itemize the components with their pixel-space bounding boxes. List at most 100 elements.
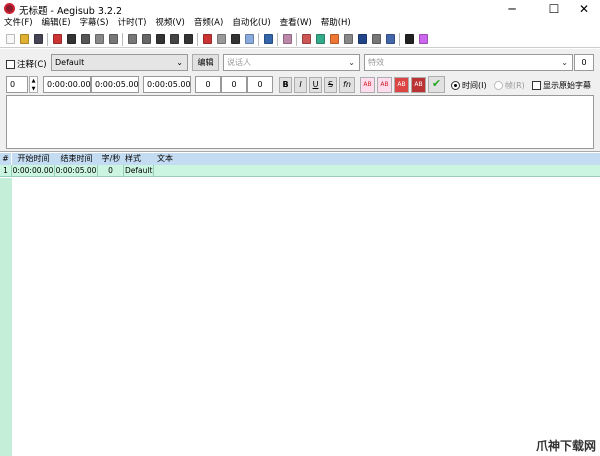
row-number: 1 <box>0 165 12 176</box>
frame-radio[interactable]: 帧(R) <box>494 80 525 91</box>
title-bar: 无标题 - Aegisub 3.2.2 ─ ☐ ✕ <box>0 0 600 18</box>
layer-input[interactable]: 0 <box>6 76 28 93</box>
close-button[interactable]: ✕ <box>568 0 600 18</box>
save-icon[interactable] <box>33 34 43 44</box>
col-style: 样式 <box>125 154 141 163</box>
menu-video[interactable]: 视频(V) <box>151 17 189 30</box>
duration-input[interactable]: 0:00:05.00 <box>143 76 191 93</box>
menu-help[interactable]: 帮助(H) <box>317 17 356 30</box>
table-row[interactable]: 1 0:00:00.00 0:00:05.00 0 Default <box>0 165 600 177</box>
style-dropdown[interactable]: Default ⌄ <box>51 54 188 71</box>
toolbar-separator <box>47 32 48 46</box>
col-end: 结束时间 <box>60 154 93 163</box>
effect-placeholder: 特效 <box>368 58 384 67</box>
row-style: Default <box>125 165 154 176</box>
toolbar-separator <box>296 32 297 46</box>
edit-style-button[interactable]: 编辑 <box>192 54 219 71</box>
row-end: 0:00:05.00 <box>55 165 98 176</box>
col-number: # <box>0 153 12 165</box>
grid-row-number-column <box>0 178 12 456</box>
time-radio[interactable]: 时间(I) <box>451 80 487 91</box>
strikeout-button[interactable]: S <box>324 77 337 93</box>
fonts-collector-icon[interactable] <box>155 34 165 44</box>
toolbar-separator <box>197 32 198 46</box>
font-button[interactable]: fn <box>339 77 355 93</box>
translation-icon[interactable] <box>183 34 193 44</box>
margin-right-input[interactable]: 0 <box>221 76 247 93</box>
style-icon[interactable] <box>141 34 151 44</box>
show-original-label: 显示原始字幕 <box>543 81 591 90</box>
toolbar-separator <box>258 32 259 46</box>
kanji-icon[interactable] <box>418 34 428 44</box>
primary-color-button[interactable]: AB <box>360 77 375 93</box>
watermark: 爪神下载网 <box>535 439 596 453</box>
subtitle-text-editor[interactable] <box>6 95 594 149</box>
clock-icon[interactable] <box>357 34 367 44</box>
commit-button[interactable]: ✔ <box>428 76 445 93</box>
tools-icon[interactable] <box>404 34 414 44</box>
frame-label: 帧(R) <box>505 81 525 90</box>
open-folder-icon[interactable] <box>19 34 29 44</box>
toolbar <box>0 31 600 48</box>
col-cps: 字/秒 <box>101 154 121 163</box>
snapshot-icon[interactable] <box>371 34 381 44</box>
edit-panel: 注释(C) Default ⌄ 编辑 说话人 ⌄ 特效 ⌄ 0 0 ▲ ▼ 0:00:0… <box>0 49 600 152</box>
margin-vertical-input[interactable]: 0 <box>247 76 273 93</box>
menu-audio[interactable]: 音频(A) <box>190 17 228 30</box>
secondary-color-button[interactable]: AB <box>377 77 392 93</box>
aegisub-logo-icon <box>4 3 15 14</box>
start-time-input[interactable]: 0:00:00.00 <box>43 76 91 93</box>
check-icon[interactable] <box>385 34 395 44</box>
pin-icon[interactable] <box>66 34 76 44</box>
subtitle-grid[interactable]: # 开始时间 结束时间 字/秒 样式 文本 1 0:00:00.00 0:00:… <box>0 153 600 456</box>
margin-left-input[interactable]: 0 <box>195 76 221 93</box>
new-file-icon[interactable] <box>5 34 15 44</box>
outline-color-button[interactable]: AB <box>394 77 409 93</box>
time-label: 时间(I) <box>462 81 487 90</box>
row-text <box>154 165 600 176</box>
effect-input[interactable]: 特效 ⌄ <box>364 54 573 71</box>
toolbar-separator <box>122 32 123 46</box>
layer-spinner[interactable]: ▲ ▼ <box>29 76 38 93</box>
chevron-down-icon: ⌄ <box>561 58 568 67</box>
timing-icon[interactable] <box>282 34 292 44</box>
properties-icon[interactable] <box>94 34 104 44</box>
row-cps: 0 <box>98 165 124 176</box>
menu-subtitle[interactable]: 字幕(S) <box>76 17 114 30</box>
minimize-button[interactable]: ─ <box>496 0 528 18</box>
col-text: 文本 <box>157 154 173 163</box>
maximize-button[interactable]: ☐ <box>538 0 570 18</box>
styles-manager-icon[interactable] <box>127 34 137 44</box>
actor-input[interactable]: 说话人 ⌄ <box>223 54 360 71</box>
row-start: 0:00:00.00 <box>12 165 55 176</box>
stop-icon[interactable] <box>343 34 353 44</box>
menu-view[interactable]: 查看(W) <box>276 17 317 30</box>
end-time-input[interactable]: 0:00:05.00 <box>91 76 139 93</box>
automation-icon[interactable] <box>263 34 273 44</box>
notes-icon[interactable] <box>216 34 226 44</box>
menu-edit[interactable]: 编辑(E) <box>38 17 76 30</box>
window-title: 无标题 - Aegisub 3.2.2 <box>19 6 123 17</box>
comment-checkbox[interactable]: 注释(C) <box>6 58 47 70</box>
comment-label: 注释(C) <box>17 60 47 70</box>
shift-icon[interactable] <box>329 34 339 44</box>
underline-button[interactable]: U <box>309 77 322 93</box>
spellcheck-icon[interactable] <box>202 34 212 44</box>
pin-alt-icon[interactable] <box>80 34 90 44</box>
bold-button[interactable]: B <box>279 77 292 93</box>
resample-icon[interactable] <box>169 34 179 44</box>
show-original-checkbox[interactable]: 显示原始字幕 <box>532 80 591 91</box>
arrow-right-icon[interactable] <box>52 34 62 44</box>
toolbar-separator <box>277 32 278 46</box>
bird-icon[interactable] <box>315 34 325 44</box>
video-icon[interactable] <box>301 34 311 44</box>
menu-file[interactable]: 文件(F) <box>0 17 38 30</box>
copy-icon[interactable] <box>244 34 254 44</box>
pen-icon[interactable] <box>230 34 240 44</box>
italic-button[interactable]: I <box>294 77 307 93</box>
menu-timing[interactable]: 计时(T) <box>114 17 152 30</box>
menu-automation[interactable]: 自动化(U) <box>228 17 275 30</box>
style-value: Default <box>55 58 85 67</box>
attachments-icon[interactable] <box>108 34 118 44</box>
shadow-color-button[interactable]: AB <box>411 77 426 93</box>
